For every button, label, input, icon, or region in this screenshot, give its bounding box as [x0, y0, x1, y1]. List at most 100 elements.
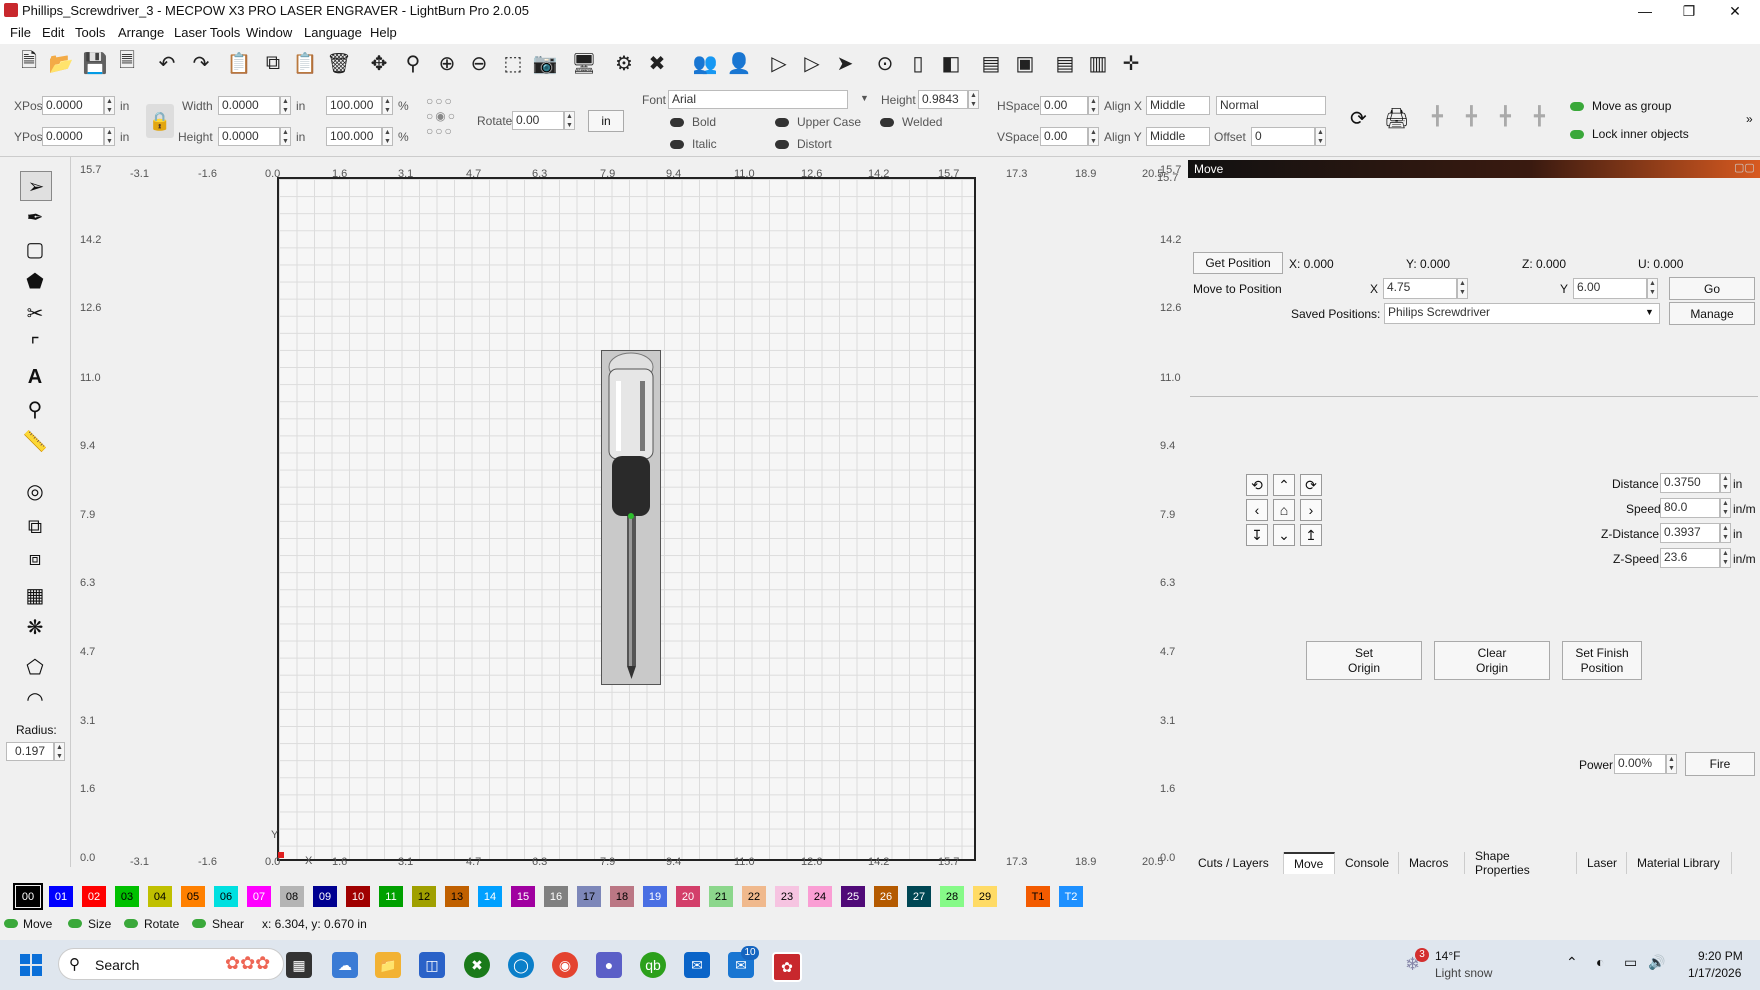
- menu-edit[interactable]: Edit: [42, 25, 64, 40]
- clear-origin-button[interactable]: Clear Origin: [1434, 641, 1550, 680]
- zoom-out-icon[interactable]: ⊖: [466, 50, 492, 76]
- layer-swatch-09[interactable]: 09: [313, 886, 337, 907]
- layer-swatch-11[interactable]: 11: [379, 886, 403, 907]
- teams-icon[interactable]: ●: [596, 952, 622, 978]
- zoom-to-fit-icon[interactable]: ⚲: [400, 50, 426, 76]
- tab-material-library[interactable]: Material Library: [1627, 852, 1732, 874]
- volume-icon[interactable]: 🔊: [1648, 954, 1665, 971]
- origin-anchor-grid[interactable]: ○○○ ○◉○ ○○○: [426, 94, 472, 142]
- print-cut-icon[interactable]: 🖨: [1384, 106, 1410, 132]
- layer-swatch-13[interactable]: 13: [445, 886, 469, 907]
- layer-swatch-07[interactable]: 07: [247, 886, 271, 907]
- layer-swatch-05[interactable]: 05: [181, 886, 205, 907]
- boolean-weld-icon[interactable]: ⧈: [20, 545, 50, 573]
- news-icon[interactable]: ☁: [332, 952, 358, 978]
- rotary-icon[interactable]: ⟳: [1350, 106, 1376, 132]
- layer-swatch-23[interactable]: 23: [775, 886, 799, 907]
- status-rotate-toggle[interactable]: [124, 919, 138, 928]
- layer-swatch-t1[interactable]: T1: [1026, 886, 1050, 907]
- layer-swatch-22[interactable]: 22: [742, 886, 766, 907]
- align-center-icon[interactable]: ▯: [905, 50, 931, 76]
- taskbar-search-box[interactable]: ⚲ Search ✿✿✿: [58, 948, 284, 980]
- tab-cuts-layers[interactable]: Cuts / Layers: [1188, 852, 1284, 874]
- offset-spinner[interactable]: ▲ ▼: [1315, 127, 1326, 146]
- location-pin-icon[interactable]: ⚲: [20, 395, 50, 423]
- font-dropdown-icon[interactable]: ▼: [860, 93, 869, 103]
- power-input[interactable]: 0.00%: [1614, 754, 1666, 774]
- machine-settings-icon[interactable]: ✖: [644, 50, 670, 76]
- layer-swatch-02[interactable]: 02: [82, 886, 106, 907]
- layer-swatch-29[interactable]: 29: [973, 886, 997, 907]
- layer-swatch-08[interactable]: 08: [280, 886, 304, 907]
- settings-gear-icon[interactable]: ⚙: [611, 50, 637, 76]
- bold-toggle[interactable]: [670, 118, 684, 127]
- paste-icon[interactable]: 📋: [292, 50, 318, 76]
- rotate-cw-icon[interactable]: ⟳: [1300, 474, 1322, 496]
- text-mode-select[interactable]: Normal: [1216, 96, 1326, 115]
- redo-icon[interactable]: ↷: [188, 50, 214, 76]
- windows-start-icon[interactable]: [20, 954, 42, 976]
- frame-icon[interactable]: ⬚: [500, 50, 526, 76]
- align-bottom-icon[interactable]: ╋: [1534, 106, 1560, 132]
- tab-macros[interactable]: Macros: [1399, 852, 1465, 874]
- align-x-select[interactable]: Middle: [1146, 96, 1210, 115]
- scale-width-spinner[interactable]: ▲ ▼: [382, 96, 393, 115]
- font-select[interactable]: Arial: [668, 90, 848, 109]
- menu-language[interactable]: Language: [304, 25, 362, 40]
- status-move-toggle[interactable]: [4, 919, 18, 928]
- width-spinner[interactable]: ▲ ▼: [280, 96, 291, 115]
- move-as-group-toggle[interactable]: [1570, 102, 1584, 111]
- rotate-input[interactable]: 0.00: [512, 111, 564, 130]
- align-right-icon[interactable]: ╋: [1466, 106, 1492, 132]
- text-icon[interactable]: A: [20, 363, 50, 391]
- z-distance-spinner[interactable]: ▲ ▼: [1720, 523, 1731, 543]
- align-y-select[interactable]: Middle: [1146, 127, 1210, 146]
- move-x-input[interactable]: 4.75: [1383, 278, 1457, 299]
- select-arrow-icon[interactable]: ➢: [20, 171, 52, 201]
- saved-positions-dropdown-icon[interactable]: ▼: [1645, 307, 1654, 317]
- display-icon[interactable]: ▭: [1624, 954, 1637, 971]
- file-explorer-icon[interactable]: 📁: [375, 952, 401, 978]
- menu-laser-tools[interactable]: Laser Tools: [174, 25, 240, 40]
- xbox-icon[interactable]: ✖: [464, 952, 490, 978]
- font-height-input[interactable]: 0.9843: [918, 90, 968, 109]
- move-x-spinner[interactable]: ▲ ▼: [1457, 278, 1468, 299]
- distance-spinner[interactable]: ▲ ▼: [1720, 473, 1731, 493]
- radius-spinner[interactable]: ▲ ▼: [54, 742, 65, 761]
- rotate-spinner[interactable]: ▲ ▼: [564, 111, 575, 130]
- layer-swatch-14[interactable]: 14: [478, 886, 502, 907]
- move-to-laser-icon[interactable]: ✛: [1118, 50, 1144, 76]
- status-shear-toggle[interactable]: [192, 919, 206, 928]
- jog-up-icon[interactable]: ⌃: [1273, 474, 1295, 496]
- minimize-icon[interactable]: —: [1622, 0, 1668, 22]
- home-icon[interactable]: ⌂: [1273, 499, 1295, 521]
- mirror-along-line-icon[interactable]: ➤: [832, 50, 858, 76]
- store-icon[interactable]: ◫: [419, 952, 445, 978]
- move-y-input[interactable]: 6.00: [1573, 278, 1647, 299]
- offset-input[interactable]: 0: [1251, 127, 1315, 146]
- height-spinner[interactable]: ▲ ▼: [280, 127, 291, 146]
- italic-toggle[interactable]: [670, 140, 684, 149]
- get-position-button[interactable]: Get Position: [1193, 252, 1283, 274]
- measure-ruler-icon[interactable]: 📏: [20, 427, 50, 455]
- maximize-icon[interactable]: ❐: [1666, 0, 1712, 22]
- quickbooks-icon[interactable]: qb: [640, 952, 666, 978]
- z-distance-input[interactable]: 0.3937: [1660, 523, 1720, 543]
- z-down-icon[interactable]: ↧: [1246, 524, 1268, 546]
- menu-tools[interactable]: Tools: [75, 25, 105, 40]
- tab-laser[interactable]: Laser: [1577, 852, 1627, 874]
- jog-left-icon[interactable]: ‹: [1246, 499, 1268, 521]
- font-height-spinner[interactable]: ▲ ▼: [968, 90, 979, 109]
- layer-swatch-25[interactable]: 25: [841, 886, 865, 907]
- move-y-spinner[interactable]: ▲ ▼: [1647, 278, 1658, 299]
- undo-icon[interactable]: ↶: [154, 50, 180, 76]
- layer-swatch-20[interactable]: 20: [676, 886, 700, 907]
- layer-swatch-04[interactable]: 04: [148, 886, 172, 907]
- layer-swatch-19[interactable]: 19: [643, 886, 667, 907]
- speed-input[interactable]: 80.0: [1660, 498, 1720, 518]
- workspace-grid[interactable]: Y X: [271, 177, 976, 867]
- lock-inner-toggle[interactable]: [1570, 130, 1584, 139]
- layer-swatch-24[interactable]: 24: [808, 886, 832, 907]
- boolean-union-icon[interactable]: ⧉: [20, 513, 50, 541]
- close-icon[interactable]: ✕: [1712, 0, 1758, 22]
